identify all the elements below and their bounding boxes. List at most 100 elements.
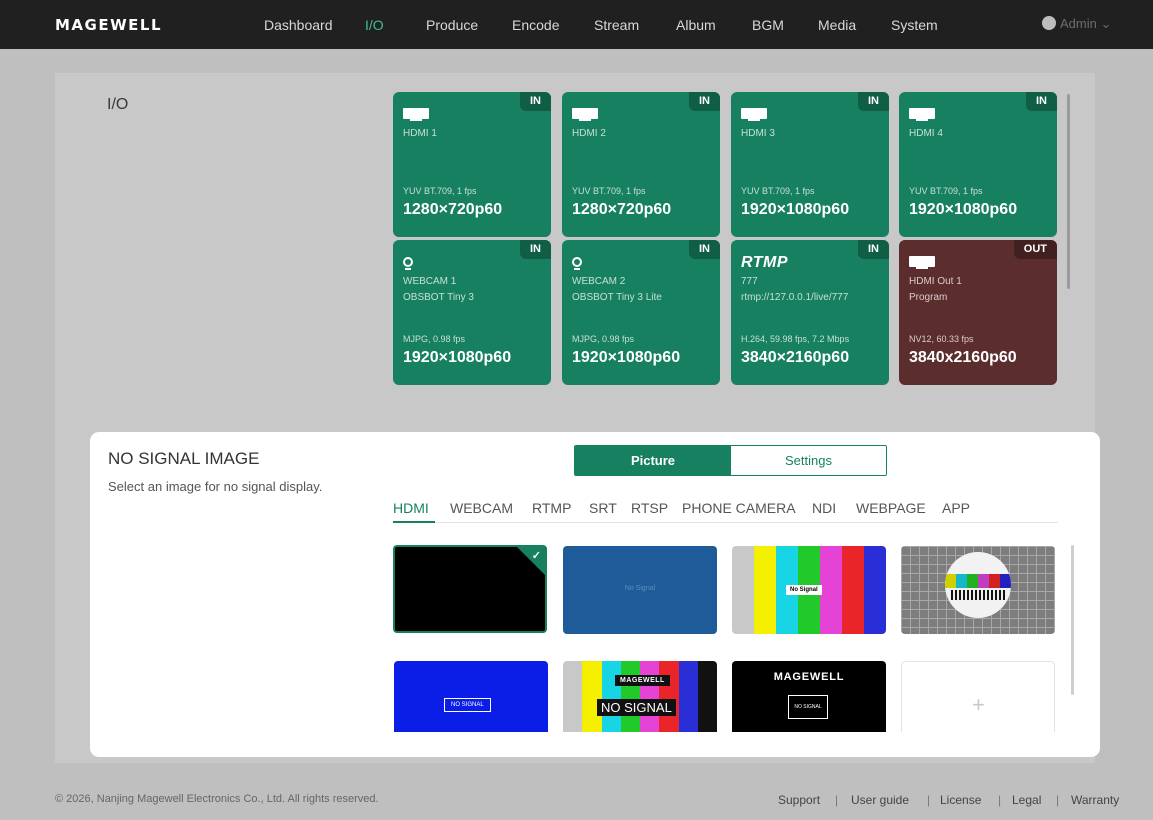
- thumbnail-label: NO SIGNAL: [788, 695, 828, 719]
- thumbnail-blue-box[interactable]: NO SIGNAL: [394, 661, 548, 732]
- tab-settings[interactable]: Settings: [731, 446, 886, 475]
- user-menu[interactable]: Admin ⌄: [1042, 16, 1111, 32]
- io-direction-badge: IN: [689, 240, 720, 259]
- thumbnail-test-card[interactable]: [901, 546, 1055, 634]
- user-name: Admin: [1060, 16, 1097, 31]
- tab-picture[interactable]: Picture: [575, 446, 731, 475]
- io-card-subname: OBSBOT Tiny 3 Lite: [572, 292, 662, 303]
- footer-link-support[interactable]: Support: [778, 793, 820, 807]
- thumbnail-label: NO SIGNAL: [597, 699, 676, 716]
- footer-separator: |: [927, 793, 931, 807]
- dialog-description: Select an image for no signal display.: [108, 479, 323, 494]
- source-tab-hdmi[interactable]: HDMI: [393, 500, 429, 516]
- io-card-format: MJPG, 0.98 fps: [403, 334, 466, 344]
- io-card[interactable]: IN WEBCAM 1 OBSBOT Tiny 3 MJPG, 0.98 fps 192…: [393, 240, 551, 385]
- thumbnail-black[interactable]: ✓: [393, 545, 547, 633]
- nav-bgm[interactable]: BGM: [752, 17, 784, 33]
- webcam-icon: [403, 257, 413, 270]
- magewell-logo[interactable]: MAGEWELL: [55, 16, 162, 34]
- nav-album[interactable]: Album: [676, 17, 716, 33]
- active-tab-indicator: [393, 521, 435, 523]
- io-card-format: YUV BT.709, 1 fps: [909, 186, 983, 196]
- source-tab-srt[interactable]: SRT: [589, 500, 617, 516]
- source-tab-rtmp[interactable]: RTMP: [532, 500, 571, 516]
- test-card-resolution: [951, 590, 1005, 600]
- io-card-name: HDMI 1: [403, 128, 437, 139]
- io-card[interactable]: OUT HDMI Out 1 Program NV12, 60.33 fps 3840x…: [899, 240, 1057, 385]
- io-card-format: YUV BT.709, 1 fps: [741, 186, 815, 196]
- io-direction-badge: IN: [858, 92, 889, 111]
- test-card-circle: [945, 552, 1011, 618]
- source-tab-phone-camera[interactable]: PHONE CAMERA: [682, 500, 796, 516]
- footer-link-license[interactable]: License: [940, 793, 981, 807]
- io-card[interactable]: IN RTMP 777 rtmp://127.0.0.1/live/777 H.264,…: [731, 240, 889, 385]
- thumbnail-bars-magewell[interactable]: MAGEWELL NO SIGNAL: [563, 661, 717, 732]
- io-card-name: HDMI 4: [909, 128, 943, 139]
- nav-io[interactable]: I/O: [365, 17, 384, 33]
- io-direction-badge: IN: [520, 92, 551, 111]
- user-avatar-icon: [1042, 16, 1056, 30]
- footer-link-user-guide[interactable]: User guide: [851, 793, 909, 807]
- io-card-resolution: 3840x2160p60: [909, 349, 1017, 366]
- hdmi-icon: [572, 108, 598, 121]
- thumbnail-scrollbar[interactable]: [1071, 545, 1074, 695]
- footer-link-legal[interactable]: Legal: [1012, 793, 1041, 807]
- io-card-format: H.264, 59.98 fps, 7.2 Mbps: [741, 334, 850, 344]
- io-card-subname: OBSBOT Tiny 3: [403, 292, 474, 303]
- io-card-format: YUV BT.709, 1 fps: [572, 186, 646, 196]
- source-tab-ndi[interactable]: NDI: [812, 500, 836, 516]
- source-tab-webpage[interactable]: WEBPAGE: [856, 500, 926, 516]
- thumbnail-grid: ✓ No Signal No Signal NO SIGNAL MAGEWELL…: [393, 545, 1058, 732]
- magewell-logo: MAGEWELL: [615, 675, 670, 686]
- chevron-down-icon: ⌄: [1100, 16, 1112, 31]
- check-icon: ✓: [531, 550, 541, 562]
- io-card-name: HDMI 2: [572, 128, 606, 139]
- io-card-resolution: 3840×2160p60: [741, 349, 850, 366]
- io-card-name: 777: [741, 276, 758, 287]
- thumbnail-color-bars[interactable]: No Signal: [732, 546, 886, 634]
- nav-system[interactable]: System: [891, 17, 938, 33]
- io-card-resolution: 1280×720p60: [403, 201, 503, 218]
- io-card-name: HDMI Out 1: [909, 276, 962, 287]
- footer-link-warranty[interactable]: Warranty: [1071, 793, 1119, 807]
- io-card-resolution: 1920×1080p60: [403, 349, 512, 366]
- io-direction-badge: IN: [520, 240, 551, 259]
- color-bars: [563, 661, 717, 732]
- io-direction-badge: IN: [689, 92, 720, 111]
- io-direction-badge: IN: [1026, 92, 1057, 111]
- thumbnail-label: No Signal: [624, 585, 656, 592]
- webcam-icon: [572, 257, 582, 270]
- io-scrollbar[interactable]: [1067, 94, 1070, 289]
- footer-separator: |: [835, 793, 839, 807]
- io-card-resolution: 1280×720p60: [572, 201, 672, 218]
- io-card-resolution: 1920×1080p60: [909, 201, 1018, 218]
- nav-produce[interactable]: Produce: [426, 17, 478, 33]
- nav-encode[interactable]: Encode: [512, 17, 559, 33]
- hdmi-icon: [741, 108, 767, 121]
- dialog-title: NO SIGNAL IMAGE: [108, 449, 260, 468]
- io-card[interactable]: IN WEBCAM 2 OBSBOT Tiny 3 Lite MJPG, 0.98 f…: [562, 240, 720, 385]
- io-card[interactable]: IN HDMI 3 YUV BT.709, 1 fps 1920×1080p60: [731, 92, 889, 237]
- io-card-resolution: 1920×1080p60: [741, 201, 850, 218]
- thumbnail-label: NO SIGNAL: [444, 698, 491, 712]
- hdmi-icon: [909, 108, 935, 121]
- segment-control: Picture Settings: [574, 445, 887, 476]
- footer-separator: |: [998, 793, 1002, 807]
- nav-dashboard[interactable]: Dashboard: [264, 17, 333, 33]
- nav-media[interactable]: Media: [818, 17, 856, 33]
- thumbnail-blue-no-signal[interactable]: No Signal: [563, 546, 717, 634]
- io-card[interactable]: IN HDMI 1 YUV BT.709, 1 fps 1280×720p60: [393, 92, 551, 237]
- source-tab-webcam[interactable]: WEBCAM: [450, 500, 513, 516]
- page-title: I/O: [107, 96, 129, 113]
- copyright: © 2026, Nanjing Magewell Electronics Co.…: [55, 793, 379, 805]
- nav-stream[interactable]: Stream: [594, 17, 639, 33]
- add-image-button[interactable]: +: [901, 661, 1055, 732]
- io-direction-badge: IN: [858, 240, 889, 259]
- io-card[interactable]: IN HDMI 2 YUV BT.709, 1 fps 1280×720p60: [562, 92, 720, 237]
- source-tab-rtsp[interactable]: RTSP: [631, 500, 668, 516]
- source-tab-app[interactable]: APP: [942, 500, 970, 516]
- io-card-format: YUV BT.709, 1 fps: [403, 186, 477, 196]
- io-card-name: WEBCAM 2: [572, 276, 626, 287]
- io-card[interactable]: IN HDMI 4 YUV BT.709, 1 fps 1920×1080p60: [899, 92, 1057, 237]
- thumbnail-black-magewell[interactable]: MAGEWELL NO SIGNAL: [732, 661, 886, 732]
